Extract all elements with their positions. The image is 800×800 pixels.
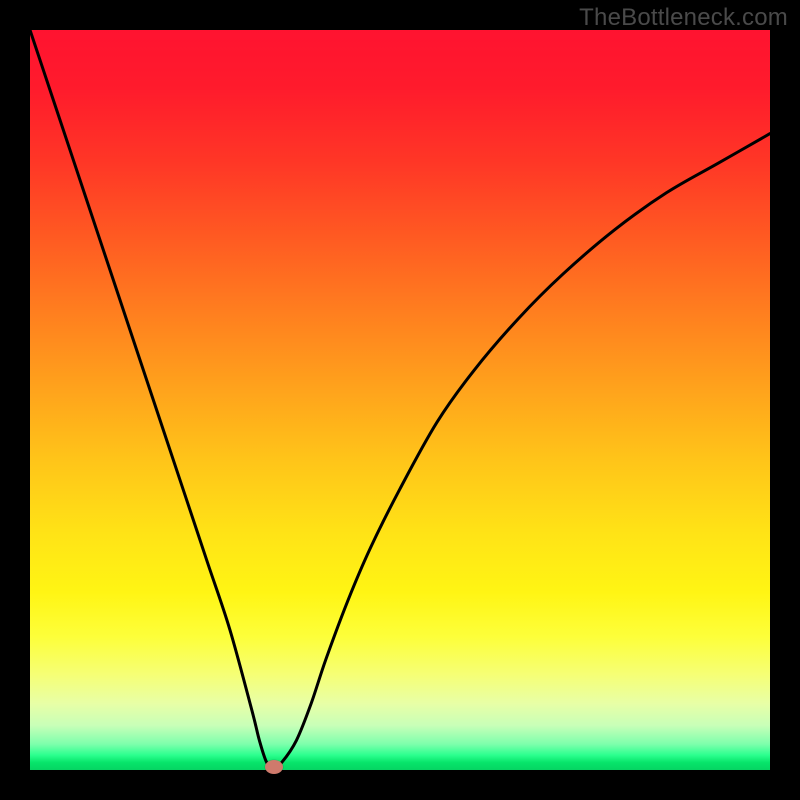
optimum-marker (265, 760, 283, 774)
bottleneck-curve (30, 30, 770, 770)
chart-frame: TheBottleneck.com (0, 0, 800, 800)
plot-area (30, 30, 770, 770)
watermark-text: TheBottleneck.com (579, 4, 788, 32)
